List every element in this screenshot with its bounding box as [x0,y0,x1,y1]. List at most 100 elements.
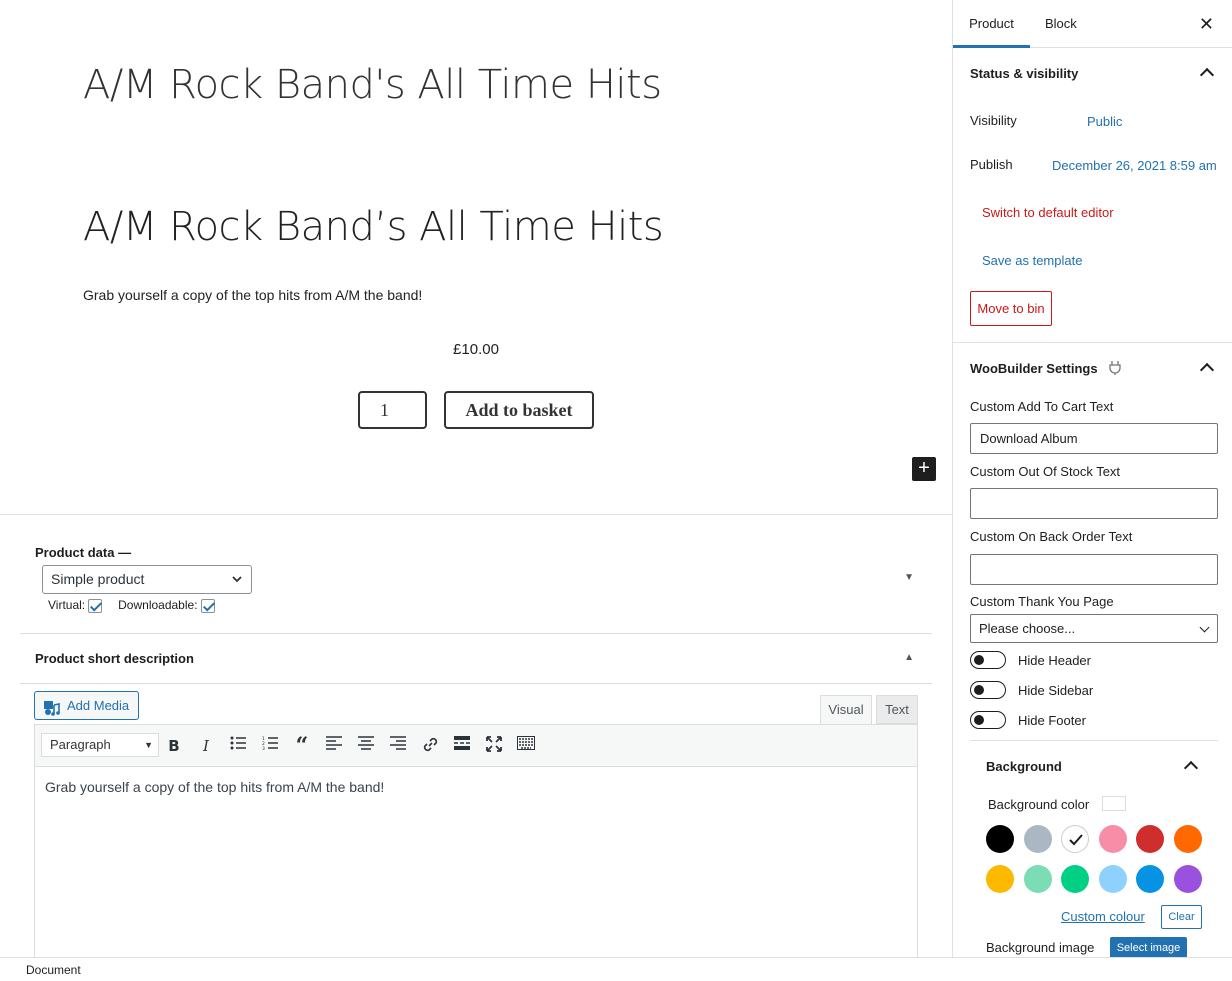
publish-label: Publish [970,157,1013,172]
custom-colour-link[interactable]: Custom colour [1061,909,1145,924]
post-title[interactable]: A/M Rock Band's All Time Hits [83,62,662,108]
editor-canvas: A/M Rock Band's All Time Hits A/M Rock B… [0,0,952,957]
color-swatch[interactable] [1173,825,1202,853]
add-to-cart-text-label: Custom Add To Cart Text [970,399,1114,414]
move-to-bin-button[interactable]: Move to bin [970,291,1052,326]
hide-footer-label: Hide Footer [1018,713,1086,728]
publish-date-link[interactable]: December 26, 2021 8:59 am [1052,158,1217,173]
downloadable-checkbox[interactable] [200,598,215,613]
divider [20,633,932,634]
color-swatch[interactable] [1023,865,1052,893]
hide-footer-toggle[interactable] [970,711,1006,729]
italic-icon[interactable]: I [196,736,216,756]
color-swatch[interactable] [1061,865,1089,893]
select-image-button[interactable]: Select image [1110,937,1187,957]
product-title[interactable]: A/M Rock Band’s All Time Hits [83,204,664,250]
align-left-icon[interactable] [324,736,344,756]
settings-sidebar: Product Block ✕ Status & visibility Visi… [952,0,1232,957]
divider [970,740,1218,741]
product-type-value: Simple product [51,571,145,587]
align-right-icon[interactable] [388,736,408,756]
bullet-list-icon[interactable] [228,736,248,756]
thank-you-page-value: Please choose... [979,621,1076,636]
svg-text:3: 3 [262,746,265,750]
back-order-text-input[interactable] [970,554,1218,585]
tab-visual[interactable]: Visual [820,695,872,725]
hide-header-toggle[interactable] [970,651,1006,669]
format-value: Paragraph [50,737,111,752]
check-icon [1069,834,1083,846]
product-data-label: Product data — [35,545,132,560]
hide-header-label: Hide Header [1018,653,1091,668]
editor-toolbar: Paragraph ▼ B I 123 “ [34,724,918,767]
divider [953,342,1232,343]
product-description[interactable]: Grab yourself a copy of the top hits fro… [83,287,422,303]
virtual-checkbox[interactable] [88,598,103,613]
add-to-cart-text-input[interactable]: Download Album [970,423,1218,454]
chevron-down-icon [231,566,243,603]
fullscreen-icon[interactable] [484,736,504,756]
woobuilder-settings-title[interactable]: WooBuilder Settings [970,361,1121,378]
downloadable-label: Downloadable: [118,598,198,612]
color-swatch[interactable] [1061,825,1089,853]
add-block-button[interactable]: + [912,457,936,481]
background-title[interactable]: Background [986,759,1062,774]
close-icon[interactable]: ✕ [1199,14,1214,35]
switch-editor-link[interactable]: Switch to default editor [982,205,1114,220]
chevron-up-icon[interactable] [1183,760,1199,776]
color-swatch[interactable] [1098,825,1127,853]
color-swatch[interactable] [1136,825,1164,853]
numbered-list-icon[interactable]: 123 [260,736,280,756]
chevron-down-icon [1199,622,1210,633]
plug-icon [1109,361,1121,378]
add-media-label: Add Media [67,698,130,713]
product-price: £10.00 [453,341,499,358]
thank-you-page-label: Custom Thank You Page [970,594,1114,609]
downloadable-option: Downloadable: [118,598,215,613]
toolbar-toggle-icon[interactable] [516,736,536,756]
format-select[interactable]: Paragraph ▼ [41,733,159,757]
blockquote-icon[interactable]: “ [292,735,312,757]
tab-product[interactable]: Product [953,0,1030,48]
back-order-text-label: Custom On Back Order Text [970,529,1133,544]
color-swatch[interactable] [986,825,1014,853]
add-to-basket-button[interactable]: Add to basket [444,391,594,429]
tab-block[interactable]: Block [1045,0,1077,48]
read-more-icon[interactable] [452,736,472,756]
status-visibility-title[interactable]: Status & visibility [970,66,1078,81]
quantity-input[interactable]: 1 [358,391,427,429]
color-swatch[interactable] [986,865,1014,893]
product-type-select[interactable]: Simple product [42,565,252,594]
sidebar-tabs: Product Block ✕ [953,0,1232,48]
bold-icon[interactable]: B [164,736,184,756]
chevron-up-icon[interactable] [1199,362,1215,378]
color-swatch[interactable] [1136,865,1164,893]
color-swatch[interactable] [1098,865,1127,893]
add-media-button[interactable]: Add Media [34,691,139,720]
divider [20,683,932,684]
short-description-editor[interactable]: Grab yourself a copy of the top hits fro… [34,767,918,957]
out-of-stock-text-input[interactable] [970,488,1218,519]
short-description-toggle-icon[interactable]: ▲ [904,652,914,663]
thank-you-page-select[interactable]: Please choose... [970,614,1218,643]
background-color-label: Background color [988,797,1090,812]
block-breadcrumb-bar: Document [0,957,1232,981]
hide-sidebar-toggle[interactable] [970,681,1006,699]
chevron-up-icon[interactable] [1199,67,1215,83]
divider [0,514,952,515]
color-swatch[interactable] [1023,825,1052,853]
align-center-icon[interactable] [356,736,376,756]
clear-color-button[interactable]: Clear [1161,905,1202,929]
tab-text[interactable]: Text [876,695,918,724]
product-options: Virtual: Downloadable: [48,598,215,613]
background-image-label: Background image [986,940,1095,955]
breadcrumb-document[interactable]: Document [26,963,81,977]
link-icon[interactable] [420,736,440,756]
visibility-value-link[interactable]: Public [1087,114,1122,129]
caret-down-icon: ▼ [144,740,153,750]
save-template-link[interactable]: Save as template [982,253,1082,268]
virtual-option: Virtual: [48,598,103,613]
product-data-toggle-icon[interactable]: ▼ [904,572,914,583]
color-swatch[interactable] [1173,865,1202,893]
short-description-text[interactable]: Grab yourself a copy of the top hits fro… [45,779,384,795]
